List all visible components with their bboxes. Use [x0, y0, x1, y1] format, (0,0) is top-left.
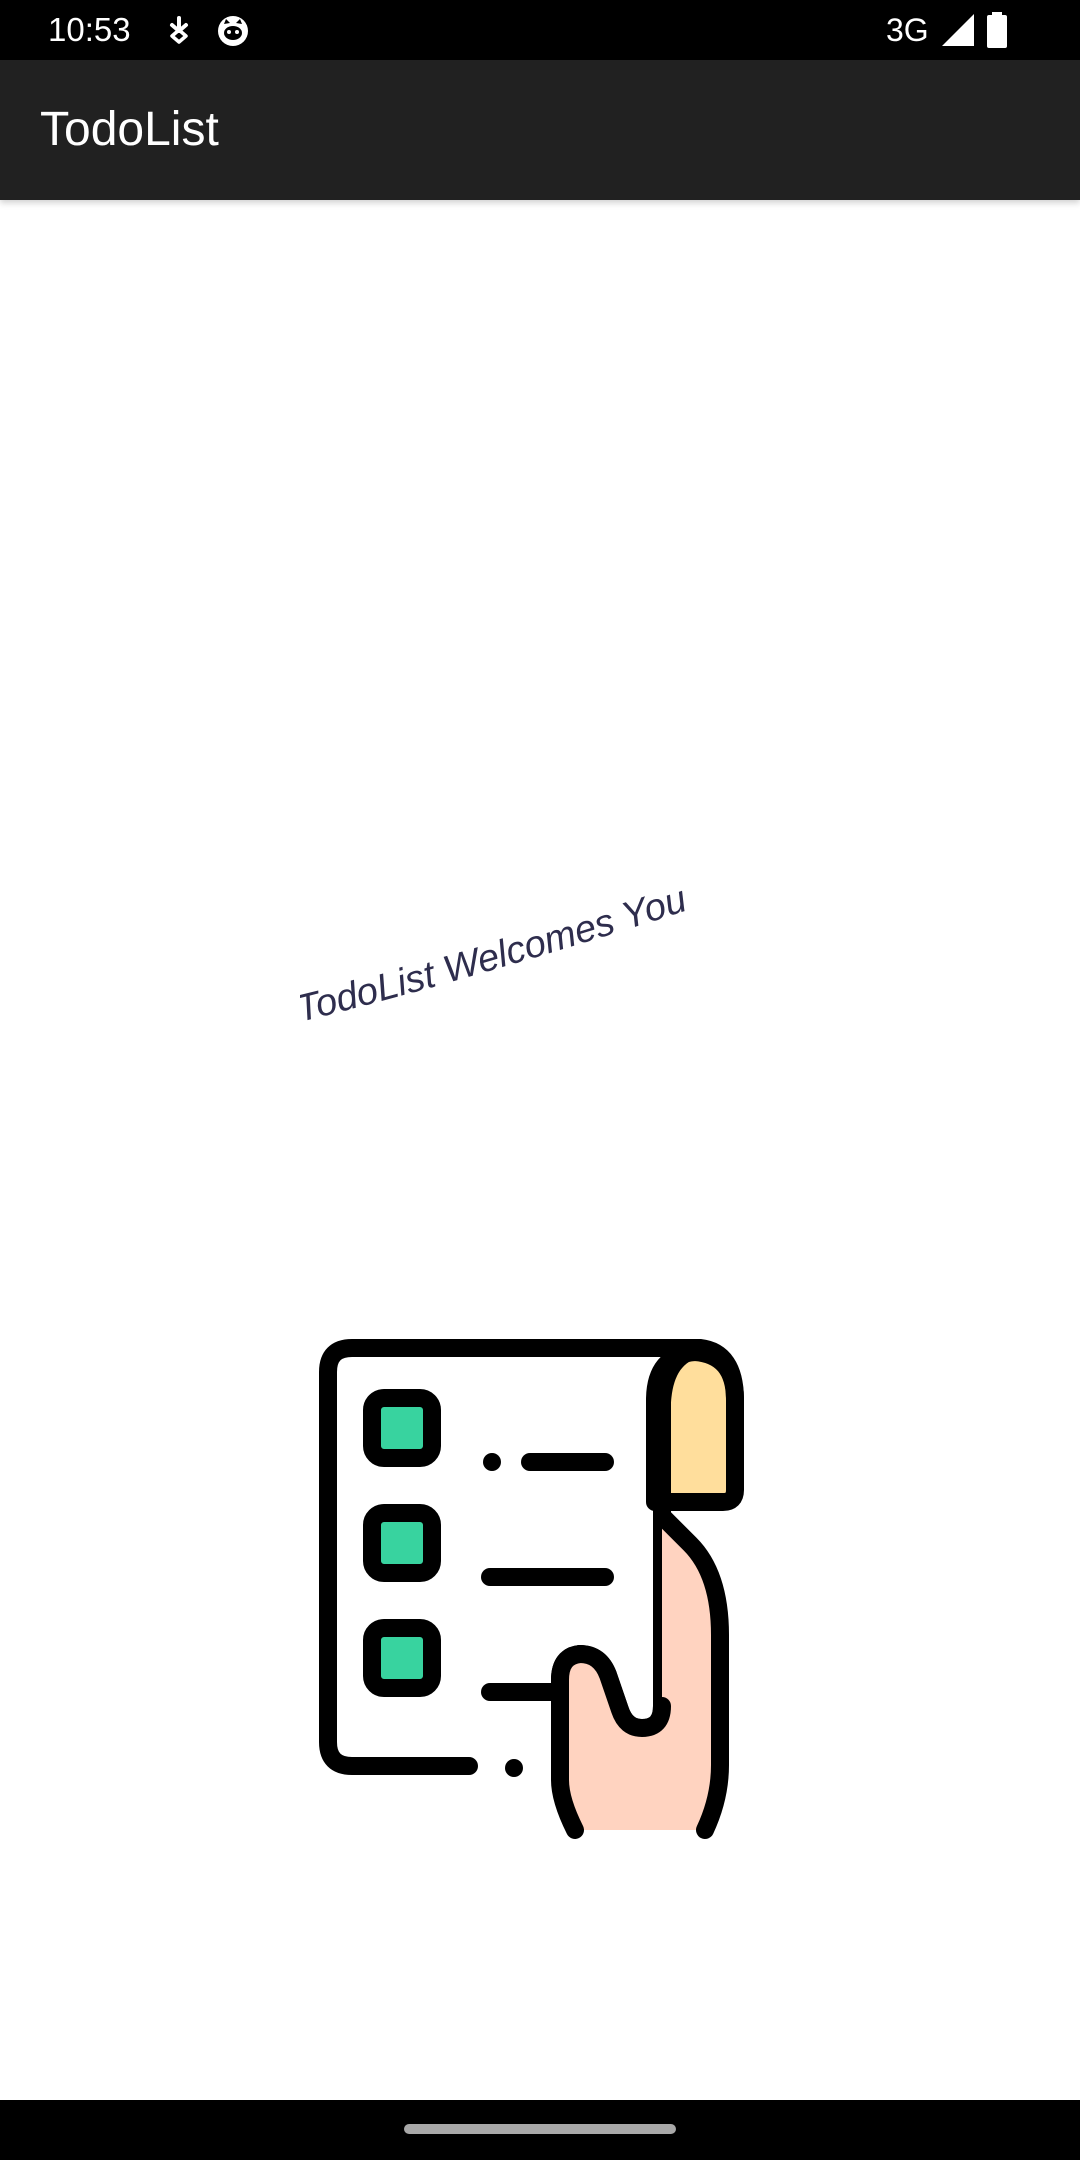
home-gesture-handle[interactable] — [404, 2124, 676, 2134]
app-title: TodoList — [40, 103, 219, 156]
signal-icon — [942, 14, 974, 46]
navigation-bar — [0, 2100, 1080, 2160]
app-bar: TodoList — [0, 60, 1080, 200]
battery-icon — [987, 12, 1007, 48]
app-screen: 10:53 3G TodoList Todo — [0, 0, 1080, 2160]
welcome-text-path: TodoList Welcomes You — [300, 878, 692, 1030]
checkbox-2 — [363, 1504, 441, 1582]
cat-face-notification-icon — [218, 16, 248, 46]
welcome-text-label: TodoList Welcomes You — [300, 878, 692, 1030]
checklist-in-hand-icon — [319, 1339, 744, 1839]
checkbox-3 — [363, 1619, 441, 1697]
checkbox-1 — [363, 1389, 441, 1467]
welcome-text: TodoList Welcomes You — [300, 878, 692, 1030]
download-notification-icon — [170, 16, 188, 44]
status-time: 10:53 — [48, 11, 131, 48]
status-bar: 10:53 3G — [0, 0, 1080, 60]
network-type: 3G — [886, 12, 929, 48]
